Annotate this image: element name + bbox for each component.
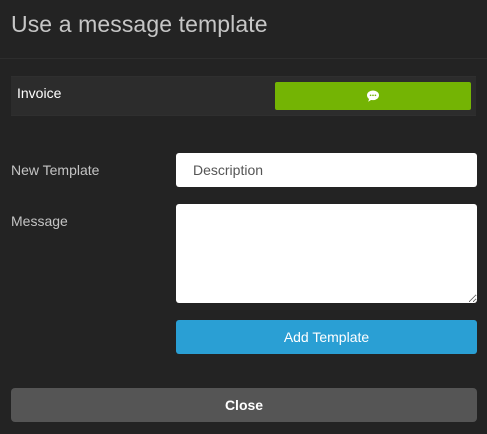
close-button[interactable]: Close xyxy=(11,388,477,422)
new-template-label: New Template xyxy=(11,162,100,178)
message-template-dialog: Use a message template Invoice New Templ… xyxy=(0,0,487,434)
dialog-header: Use a message template xyxy=(0,0,487,59)
chat-bubble-icon xyxy=(367,90,379,102)
template-row-invoice: Invoice xyxy=(11,76,476,116)
use-template-button[interactable] xyxy=(275,82,471,110)
description-input[interactable] xyxy=(176,153,477,187)
dialog-title: Use a message template xyxy=(11,11,268,37)
add-template-button[interactable]: Add Template xyxy=(176,320,477,354)
template-name: Invoice xyxy=(17,85,62,101)
message-label: Message xyxy=(11,213,68,229)
message-textarea[interactable] xyxy=(176,204,477,303)
